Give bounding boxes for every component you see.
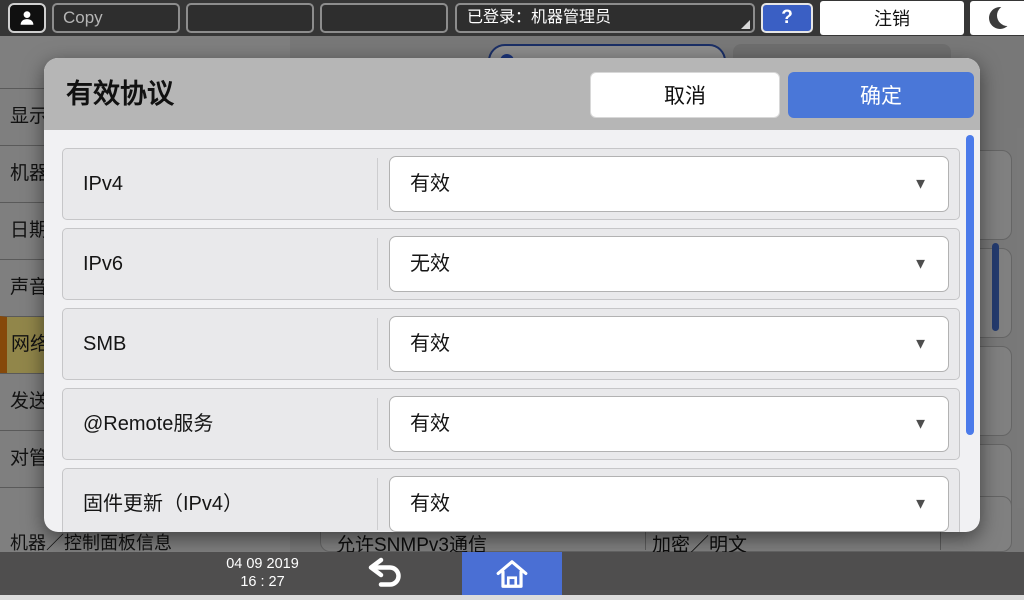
printer-touchscreen: ⚙ ⚙ 显示 机器 日期 声音 网络 发送 对管 机器／控制面板信息 允许SNM… bbox=[0, 0, 1024, 600]
date-text: 04 09 2019 bbox=[226, 556, 299, 572]
divider bbox=[377, 238, 378, 290]
dropdown-value: 有效 bbox=[410, 493, 450, 515]
chevron-down-icon: ▼ bbox=[913, 255, 928, 273]
protocol-row-firmware-update: 固件更新（IPv4） 有效 ▼ bbox=[62, 468, 960, 532]
moon-icon bbox=[989, 5, 1018, 29]
chevron-down-icon: ▼ bbox=[913, 335, 928, 353]
cancel-button[interactable]: 取消 bbox=[590, 72, 780, 118]
dropdown-value: 有效 bbox=[410, 173, 450, 195]
protocol-row-ipv4: IPv4 有效 ▼ bbox=[62, 148, 960, 220]
smb-dropdown[interactable]: 有效 ▼ bbox=[389, 316, 949, 372]
home-button[interactable] bbox=[462, 552, 562, 595]
screen-bezel-edge bbox=[0, 595, 1024, 600]
tab-empty-2[interactable] bbox=[320, 3, 448, 33]
dropdown-value: 有效 bbox=[410, 333, 450, 355]
divider bbox=[377, 398, 378, 450]
protocol-label: @Remote服务 bbox=[83, 413, 214, 435]
tab-copy[interactable]: Copy bbox=[52, 3, 180, 33]
dropdown-value: 有效 bbox=[410, 413, 450, 435]
ipv6-dropdown[interactable]: 无效 ▼ bbox=[389, 236, 949, 292]
ipv4-dropdown[interactable]: 有效 ▼ bbox=[389, 156, 949, 212]
chevron-down-icon: ▼ bbox=[913, 495, 928, 513]
logout-button[interactable]: 注销 bbox=[820, 1, 964, 35]
protocol-row-smb: SMB 有效 ▼ bbox=[62, 308, 960, 380]
dropdown-corner-icon bbox=[741, 20, 750, 29]
dialog-scrollbar[interactable] bbox=[966, 135, 974, 435]
home-icon bbox=[496, 559, 528, 588]
protocol-label: IPv6 bbox=[83, 253, 124, 275]
back-button[interactable] bbox=[352, 552, 416, 595]
dialog-header: 有效协议 取消 确定 bbox=[44, 58, 980, 130]
protocol-label: 固件更新（IPv4） bbox=[83, 493, 244, 515]
remote-service-dropdown[interactable]: 有效 ▼ bbox=[389, 396, 949, 452]
date-time-display: 04 09 2019 16 : 27 bbox=[205, 555, 320, 591]
time-text: 16 : 27 bbox=[240, 574, 285, 590]
dialog-title: 有效协议 bbox=[66, 79, 174, 109]
energy-saver-button[interactable] bbox=[970, 1, 1024, 35]
chevron-down-icon: ▼ bbox=[913, 415, 928, 433]
effective-protocol-dialog: 有效协议 取消 确定 IPv4 有效 ▼ IPv6 无效 ▼ SMB 有效 ▼ … bbox=[44, 58, 980, 532]
protocol-row-remote-service: @Remote服务 有效 ▼ bbox=[62, 388, 960, 460]
protocol-label: IPv4 bbox=[83, 173, 124, 195]
login-status-text: 已登录：机器管理员 bbox=[467, 9, 612, 26]
dropdown-value: 无效 bbox=[410, 253, 450, 275]
user-icon bbox=[20, 11, 34, 25]
help-button[interactable]: ? bbox=[761, 3, 813, 33]
divider bbox=[377, 478, 378, 530]
firmware-update-dropdown[interactable]: 有效 ▼ bbox=[389, 476, 949, 532]
top-bar: Copy 已登录：机器管理员 ? 注销 bbox=[0, 0, 1024, 36]
login-status-dropdown[interactable]: 已登录：机器管理员 bbox=[455, 3, 755, 33]
ok-button[interactable]: 确定 bbox=[788, 72, 974, 118]
divider bbox=[377, 158, 378, 210]
tab-empty-1[interactable] bbox=[186, 3, 314, 33]
chevron-down-icon: ▼ bbox=[913, 175, 928, 193]
back-arrow-icon bbox=[368, 557, 401, 587]
protocol-label: SMB bbox=[83, 333, 127, 355]
protocol-row-ipv6: IPv6 无效 ▼ bbox=[62, 228, 960, 300]
user-button[interactable] bbox=[8, 3, 46, 33]
divider bbox=[377, 318, 378, 370]
bottom-bar: 04 09 2019 16 : 27 bbox=[0, 552, 1024, 595]
